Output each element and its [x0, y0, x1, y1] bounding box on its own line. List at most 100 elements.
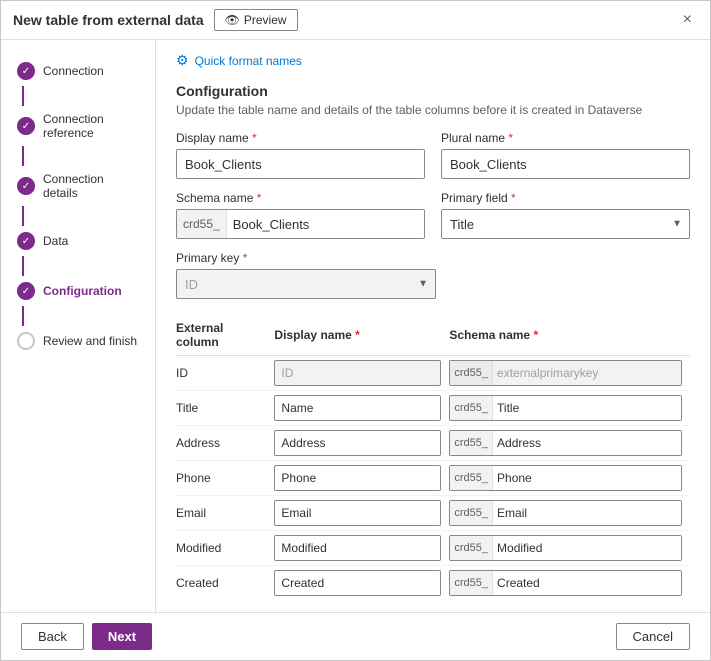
columns-table-section: External column Display name * Schema na…: [176, 315, 690, 600]
primary-key-select[interactable]: ID: [176, 269, 436, 299]
dialog-title: New table from external data: [13, 12, 204, 28]
schema-input-0[interactable]: [493, 361, 681, 385]
sidebar-item-data[interactable]: ✓ Data: [13, 226, 143, 256]
schema-input-1[interactable]: [493, 396, 681, 420]
header-left: New table from external data 👁 Preview: [13, 9, 298, 31]
cell-schema-5: crd55_: [449, 531, 690, 566]
sidebar-item-connection-reference[interactable]: ✓ Connection reference: [13, 106, 143, 146]
next-button[interactable]: Next: [92, 623, 152, 650]
preview-icon: 👁: [225, 13, 240, 27]
primary-key-select-wrapper: ID ▼: [176, 269, 436, 299]
form-row-schema: Schema name * crd55_ Primary field *: [176, 191, 690, 239]
schema-input-4[interactable]: [493, 501, 681, 525]
display-input-1[interactable]: [274, 395, 441, 421]
cell-external-1: Title: [176, 391, 274, 426]
schema-prefix-4: crd55_: [450, 501, 493, 525]
step-circle-configuration: ✓: [17, 282, 35, 300]
schema-input-3[interactable]: [493, 466, 681, 490]
display-name-input[interactable]: [176, 149, 425, 179]
schema-prefix-0: crd55_: [450, 361, 493, 385]
schema-input-2[interactable]: [493, 431, 681, 455]
quick-format-label: Quick format names: [195, 54, 302, 68]
step-divider-2: [22, 146, 24, 166]
form-group-display-name: Display name *: [176, 131, 425, 179]
cell-display-3: [274, 461, 449, 496]
col-header-schema: Schema name *: [449, 315, 690, 356]
schema-prefix-5: crd55_: [450, 536, 493, 560]
sidebar-item-review[interactable]: Review and finish: [13, 326, 143, 356]
schema-prefix: crd55_: [177, 210, 227, 238]
primary-field-select[interactable]: Title: [441, 209, 690, 239]
form-group-primary-field: Primary field * Title ▼: [441, 191, 690, 239]
columns-tbody: IDcrd55_Titlecrd55_Addresscrd55_Phonecrd…: [176, 356, 690, 601]
col-header-external: External column: [176, 315, 274, 356]
display-input-6[interactable]: [274, 570, 441, 596]
schema-prefix-3: crd55_: [450, 466, 493, 490]
step-circle-data: ✓: [17, 232, 35, 250]
schema-name-input-wrapper: crd55_: [176, 209, 425, 239]
sidebar-item-connection[interactable]: ✓ Connection: [13, 56, 143, 86]
preview-label: Preview: [244, 13, 287, 27]
footer-left: Back Next: [21, 623, 152, 650]
col-header-display: Display name *: [274, 315, 449, 356]
cell-external-0: ID: [176, 356, 274, 391]
required-star: *: [252, 131, 257, 145]
quick-format-icon: ⚙: [176, 52, 189, 69]
quick-format-bar[interactable]: ⚙ Quick format names: [176, 52, 690, 69]
section-title: Configuration: [176, 83, 690, 99]
step-divider-5: [22, 306, 24, 326]
form-row-primary-key: Primary key * ID ▼: [176, 251, 690, 299]
cell-display-5: [274, 531, 449, 566]
table-row: Title crd55_: [176, 391, 690, 426]
schema-prefix-6: crd55_: [450, 571, 493, 595]
cell-external-4: Email: [176, 496, 274, 531]
table-row: Modified crd55_: [176, 531, 690, 566]
sidebar-label-connection-details: Connection details: [43, 172, 139, 200]
cell-schema-1: crd55_: [449, 391, 690, 426]
sidebar-label-configuration: Configuration: [43, 284, 122, 298]
schema-prefix-1: crd55_: [450, 396, 493, 420]
plural-name-input[interactable]: [441, 149, 690, 179]
sidebar-item-connection-details[interactable]: ✓ Connection details: [13, 166, 143, 206]
close-button[interactable]: ×: [677, 9, 698, 31]
form-group-schema-name: Schema name * crd55_: [176, 191, 425, 239]
table-row: Addresscrd55_: [176, 426, 690, 461]
required-star-plural: *: [508, 131, 513, 145]
cell-schema-0: crd55_: [449, 356, 690, 391]
schema-name-input[interactable]: [227, 210, 424, 238]
form-row-names: Display name * Plural name *: [176, 131, 690, 179]
step-divider-1: [22, 86, 24, 106]
preview-button[interactable]: 👁 Preview: [214, 9, 298, 31]
cell-external-6: Created: [176, 566, 274, 601]
back-button[interactable]: Back: [21, 623, 84, 650]
table-row: Created crd55_: [176, 566, 690, 601]
display-input-4[interactable]: [274, 500, 441, 526]
dialog-body: ✓ Connection ✓ Connection reference ✓ Co…: [1, 40, 710, 612]
schema-input-6[interactable]: [493, 571, 681, 595]
cell-external-5: Modified: [176, 531, 274, 566]
primary-field-label: Primary field *: [441, 191, 690, 205]
display-input-0[interactable]: [274, 360, 441, 386]
cancel-button[interactable]: Cancel: [616, 623, 690, 650]
form-group-primary-key: Primary key * ID ▼: [176, 251, 436, 299]
display-input-2[interactable]: [274, 430, 441, 456]
schema-prefix-2: crd55_: [450, 431, 493, 455]
schema-input-5[interactable]: [493, 536, 681, 560]
form-group-plural-name: Plural name *: [441, 131, 690, 179]
cell-schema-2: crd55_: [449, 426, 690, 461]
section-description: Update the table name and details of the…: [176, 103, 690, 117]
display-input-5[interactable]: [274, 535, 441, 561]
sidebar-label-connection-reference: Connection reference: [43, 112, 139, 140]
sidebar-label-review: Review and finish: [43, 334, 137, 348]
columns-table: External column Display name * Schema na…: [176, 315, 690, 600]
sidebar-item-configuration[interactable]: ✓ Configuration: [13, 276, 143, 306]
display-input-3[interactable]: [274, 465, 441, 491]
cell-external-3: Phone: [176, 461, 274, 496]
table-row: Email crd55_: [176, 496, 690, 531]
step-circle-connection: ✓: [17, 62, 35, 80]
dialog: New table from external data 👁 Preview ×…: [0, 0, 711, 661]
table-row: ID crd55_: [176, 356, 690, 391]
step-circle-connection-reference: ✓: [17, 117, 35, 135]
display-name-label: Display name *: [176, 131, 425, 145]
table-header-row: External column Display name * Schema na…: [176, 315, 690, 356]
